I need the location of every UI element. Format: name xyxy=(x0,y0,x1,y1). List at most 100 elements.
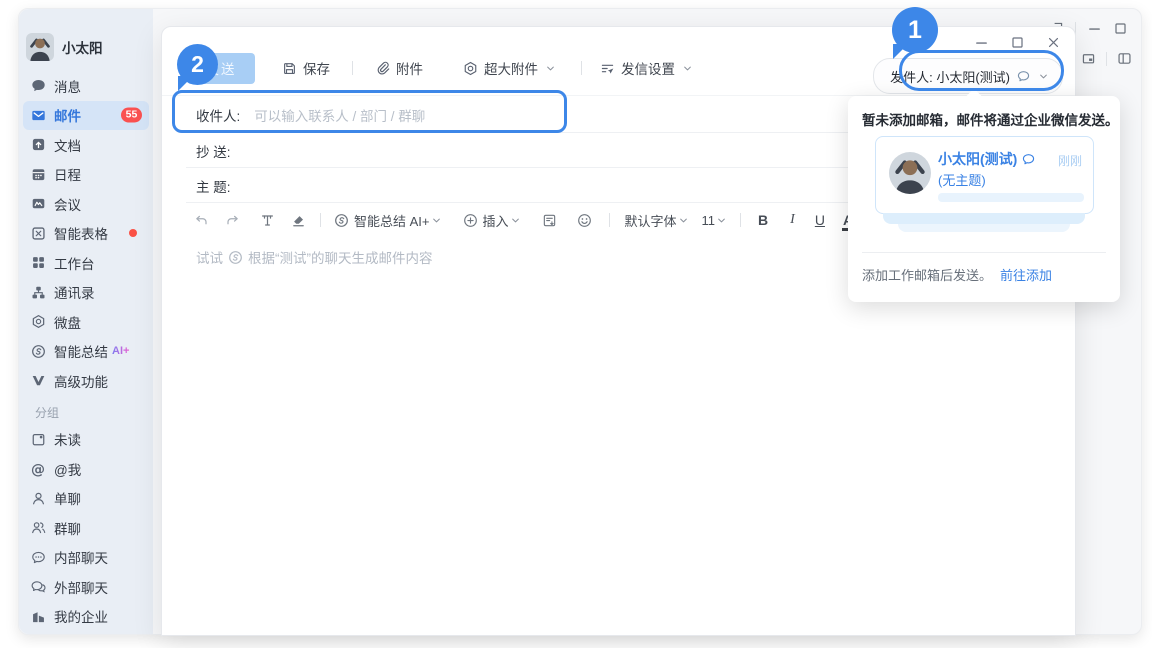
chevron-down-icon xyxy=(679,216,688,225)
sidebar-group-header: 分组 xyxy=(19,401,153,425)
timestamp: 刚刚 xyxy=(1058,152,1082,169)
save-button[interactable]: 保存 xyxy=(282,58,330,78)
mail-subject: (无主题) xyxy=(938,170,986,189)
underline-button[interactable]: U xyxy=(815,212,825,228)
minimize-icon[interactable] xyxy=(974,35,989,50)
sidebar-nav: 消息邮件55文档日程会议智能表格工作台通讯录微盘智能总结AI+高级功能 xyxy=(19,71,153,396)
sidebar-item-my-company[interactable]: 我的企业 xyxy=(23,602,149,632)
body-placeholder[interactable]: 试试 根据“测试”的聊天生成邮件内容 xyxy=(196,247,433,267)
smart-table-icon xyxy=(31,226,46,241)
divider xyxy=(352,61,353,75)
popup-footer-text: 添加工作邮箱后发送。 xyxy=(862,265,992,284)
compose-window-controls xyxy=(974,35,1061,50)
sidebar-item-unread[interactable]: 未读 xyxy=(23,425,149,455)
sidebar-user[interactable]: 小太阳 xyxy=(26,33,153,61)
send-settings-icon xyxy=(600,61,615,76)
unread-icon xyxy=(31,432,46,447)
sender-popup: 暂未添加邮箱，邮件将通过企业微信发送。 小太阳(测试) 刚刚 (无主题) 添加工… xyxy=(848,96,1120,302)
large-attachment-icon xyxy=(463,61,478,76)
sidebar-item-at-me[interactable]: @@我 xyxy=(23,454,149,484)
insert-button[interactable]: 插入 xyxy=(463,211,520,230)
sidebar-item-workbench[interactable]: 工作台 xyxy=(23,248,149,278)
sidebar-item-external-chat[interactable]: 外部聊天 xyxy=(23,572,149,602)
chevron-down-icon xyxy=(511,216,520,225)
bold-button[interactable]: B xyxy=(758,212,768,228)
template-icon[interactable] xyxy=(542,213,557,228)
italic-button[interactable]: I xyxy=(790,212,795,228)
chevron-down-icon xyxy=(717,216,726,225)
drive-icon xyxy=(31,314,46,329)
user-avatar xyxy=(26,33,54,61)
company-icon xyxy=(31,609,46,624)
mail-body-preview-bar xyxy=(938,193,1084,202)
large-attachment-button[interactable]: 超大附件 xyxy=(463,58,555,78)
annotation-highlight-2 xyxy=(172,90,567,133)
mail-icon xyxy=(31,108,46,123)
close-icon[interactable] xyxy=(1046,35,1061,50)
single-chat-icon xyxy=(31,491,46,506)
message-icon xyxy=(31,78,46,93)
paperclip-icon xyxy=(375,61,390,76)
unread-count-badge: 55 xyxy=(121,108,142,123)
ai-summary-icon xyxy=(228,250,243,265)
sidebar-item-ai-summary[interactable]: 智能总结AI+ xyxy=(23,337,149,367)
ai-summary-icon xyxy=(334,213,349,228)
divider xyxy=(581,61,582,75)
advanced-icon xyxy=(31,373,46,388)
mini-window-icon[interactable] xyxy=(1081,51,1096,66)
sidebar-item-meeting[interactable]: 会议 xyxy=(23,189,149,219)
sidebar-item-single-chat[interactable]: 单聊 xyxy=(23,484,149,514)
sidebar-item-contacts[interactable]: 通讯录 xyxy=(23,278,149,308)
annotation-badge-1: 1 xyxy=(892,7,938,53)
chevron-down-icon xyxy=(432,216,441,225)
internal-chat-icon xyxy=(31,550,46,565)
sidebar-item-drive[interactable]: 微盘 xyxy=(23,307,149,337)
divider xyxy=(320,213,321,227)
divider xyxy=(862,252,1106,253)
sidebar-item-advanced[interactable]: 高级功能 xyxy=(23,366,149,396)
format-painter-icon[interactable] xyxy=(260,213,275,228)
group-chat-icon xyxy=(31,520,46,535)
sender-name: 小太阳(测试) xyxy=(938,149,1017,169)
chat-bubble-icon xyxy=(1021,152,1036,167)
main-window-tools xyxy=(1081,51,1132,66)
minimize-icon[interactable] xyxy=(1087,21,1102,36)
calendar-icon xyxy=(31,167,46,182)
sidebar-item-group-chat[interactable]: 群聊 xyxy=(23,513,149,543)
external-chat-icon xyxy=(31,579,46,594)
divider xyxy=(609,213,610,227)
save-icon xyxy=(282,61,297,76)
chevron-down-icon xyxy=(683,64,692,73)
font-family-select[interactable]: 默认字体 xyxy=(625,211,688,230)
font-size-select[interactable]: 11 xyxy=(702,213,727,228)
sidebar-item-internal-chat[interactable]: 内部聊天 xyxy=(23,543,149,573)
layout-toggle-icon[interactable] xyxy=(1117,51,1132,66)
ai-summary-icon xyxy=(31,344,46,359)
sender-avatar xyxy=(889,152,931,194)
ai-plus-label: AI+ xyxy=(112,345,129,357)
mail-preview-card[interactable]: 小太阳(测试) 刚刚 (无主题) xyxy=(875,136,1094,214)
clear-format-icon[interactable] xyxy=(291,213,306,228)
workbench-icon xyxy=(31,255,46,270)
user-name: 小太阳 xyxy=(62,37,103,57)
sidebar-item-docs[interactable]: 文档 xyxy=(23,130,149,160)
maximize-icon[interactable] xyxy=(1113,21,1128,36)
send-settings-button[interactable]: 发信设置 xyxy=(600,58,692,78)
undo-icon[interactable] xyxy=(194,213,209,228)
sidebar-item-smart-table[interactable]: 智能表格 xyxy=(23,219,149,249)
docs-icon xyxy=(31,137,46,152)
meeting-icon xyxy=(31,196,46,211)
annotation-highlight-1 xyxy=(899,50,1064,91)
sidebar-item-schedule[interactable]: 日程 xyxy=(23,160,149,190)
chevron-down-icon xyxy=(546,64,555,73)
attachment-button[interactable]: 附件 xyxy=(375,58,423,78)
go-add-mailbox-link[interactable]: 前往添加 xyxy=(1000,265,1052,284)
sidebar-item-messages[interactable]: 消息 xyxy=(23,71,149,101)
ai-summary-button[interactable]: 智能总结 AI+ xyxy=(334,211,441,230)
emoji-icon[interactable] xyxy=(577,213,592,228)
sidebar: 小太阳 消息邮件55文档日程会议智能表格工作台通讯录微盘智能总结AI+高级功能 … xyxy=(19,9,153,634)
red-dot-indicator xyxy=(129,229,137,237)
maximize-icon[interactable] xyxy=(1010,35,1025,50)
sidebar-item-mail[interactable]: 邮件55 xyxy=(23,101,149,131)
redo-icon[interactable] xyxy=(225,213,240,228)
